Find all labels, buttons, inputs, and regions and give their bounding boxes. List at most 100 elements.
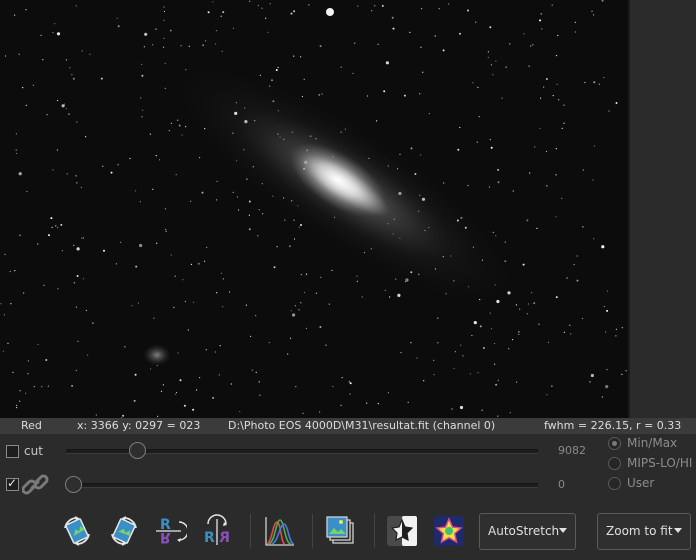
star [73,282,75,284]
star [163,46,165,48]
star [15,152,18,155]
mirror-x-icon[interactable]: R R [153,514,189,548]
rotate-right-icon[interactable] [107,514,141,548]
star [518,331,520,333]
star [356,275,358,277]
zoom-dropdown[interactable]: Zoom to fit [597,513,691,550]
astro-image[interactable] [0,0,628,418]
star [177,119,179,121]
star [76,182,78,184]
star [453,367,455,369]
star [383,90,386,93]
star [541,28,543,30]
star [52,31,54,34]
link-checkbox[interactable] [6,476,19,491]
star [177,352,179,354]
star [555,296,558,299]
star [621,373,623,375]
star [462,355,464,357]
histogram-icon[interactable] [263,514,297,548]
low-slider-handle[interactable] [65,476,82,493]
scale-radio-mips[interactable] [608,457,621,470]
star [574,21,576,23]
color-map-icon[interactable] [432,514,466,548]
star [133,399,136,402]
star [437,317,439,319]
star [164,87,166,89]
star [303,291,306,294]
star [377,403,379,405]
star [384,289,386,291]
stretch-dropdown-label: AutoStretch [488,524,560,538]
star [284,219,286,221]
negative-view-icon[interactable] [385,514,419,548]
star [495,383,498,386]
star [89,53,91,55]
star [175,391,178,394]
star [10,303,12,305]
star [69,67,71,69]
stretch-dropdown[interactable]: AutoStretch [479,513,576,550]
star [566,277,568,279]
cut-checkbox[interactable] [6,445,19,458]
star [428,113,430,115]
star [117,164,119,166]
star [490,146,493,149]
star [606,369,608,371]
high-value: 9082 [558,444,586,457]
star [582,226,584,228]
star [479,325,482,328]
star [603,76,605,79]
star [155,28,157,30]
star [16,407,18,409]
star [262,213,264,215]
star [222,11,225,14]
star [66,173,68,175]
star [192,301,195,303]
star [530,45,532,47]
link-icon[interactable] [21,472,50,498]
star [72,77,75,80]
star [501,97,503,99]
star [497,415,499,417]
rotate-left-icon[interactable] [60,514,94,548]
star [471,334,473,337]
star [204,260,206,262]
scale-radio-minmax[interactable] [608,437,621,450]
star [4,55,7,57]
star [165,230,167,232]
star [528,65,530,67]
star [573,263,575,266]
star [598,83,600,85]
star [95,414,97,416]
star [2,350,4,352]
side-panel-edge [628,0,696,418]
star [48,234,50,237]
toolbar-separator [374,514,375,548]
star [135,265,138,268]
image-stack-icon[interactable] [324,514,358,548]
star [68,113,70,115]
star [185,126,187,128]
mirror-y-icon[interactable]: R R [200,514,234,548]
image-viewer[interactable] [0,0,628,418]
star [71,74,73,76]
scale-radio-user[interactable] [608,477,621,490]
star [293,238,296,240]
star [582,169,584,171]
star [0,303,2,305]
low-slider-track[interactable] [66,483,538,488]
star [37,343,39,345]
star [557,34,559,37]
star [574,31,577,33]
star [261,7,263,9]
star [139,243,143,248]
high-slider-handle[interactable] [128,442,146,459]
star [14,270,16,272]
star [300,274,302,276]
star [328,303,330,305]
star [605,385,609,389]
star [603,305,605,308]
star [45,359,48,361]
star [239,410,241,413]
